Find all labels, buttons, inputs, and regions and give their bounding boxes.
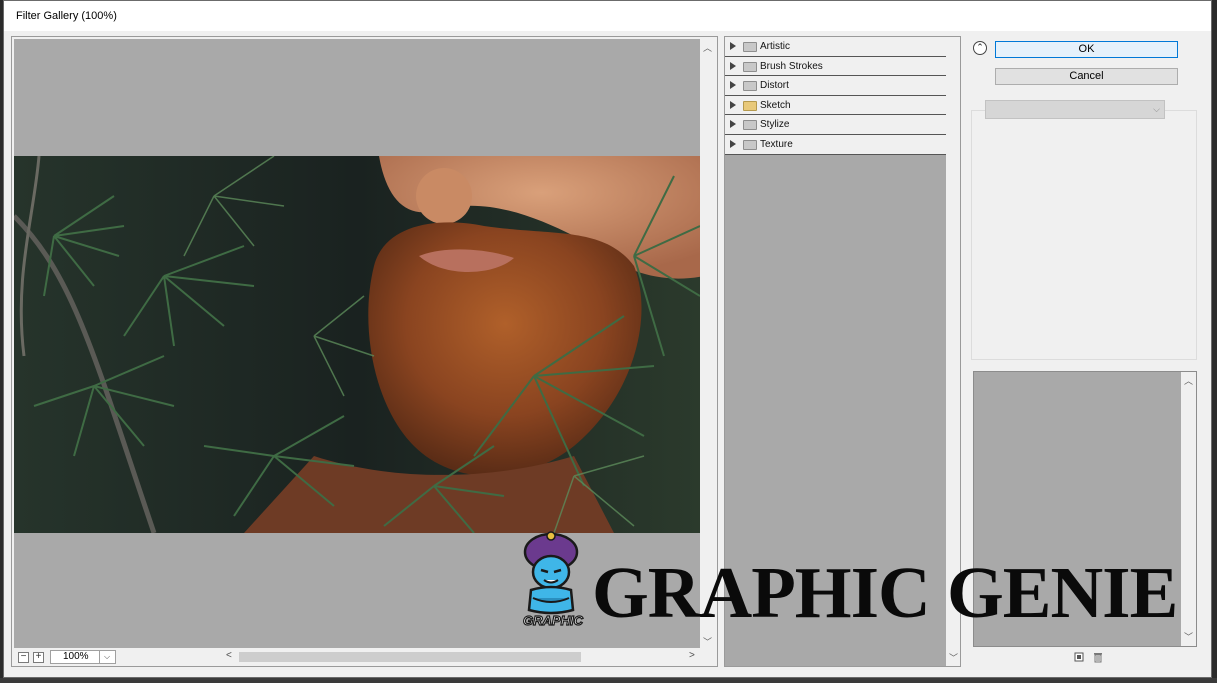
filter-category-distort[interactable]: Distort (725, 76, 946, 96)
scroll-down-icon[interactable]: ﹀ (949, 651, 958, 664)
filter-category-artistic[interactable]: Artistic (725, 37, 946, 57)
filter-settings-panel (971, 110, 1197, 360)
folder-icon (743, 120, 757, 131)
chevron-down-icon: ⌵ (1153, 104, 1160, 114)
scroll-down-icon[interactable]: ﹀ (703, 635, 712, 648)
watermark-text: GRAPHIC GENIE (592, 552, 1178, 633)
ok-button[interactable]: OK (995, 41, 1178, 58)
preview-image (14, 156, 700, 533)
preview-horizontal-scrollbar[interactable]: < > (223, 650, 700, 664)
background-app-edge (0, 678, 1217, 683)
genie-mascot-logo: GRAPHIC (517, 530, 589, 634)
zoom-out-button[interactable]: − (18, 652, 29, 663)
filter-category-sketch[interactable]: Sketch (725, 95, 946, 116)
filter-category-label: Sketch (760, 99, 791, 111)
scroll-up-icon[interactable]: ︿ (703, 41, 712, 54)
expand-triangle-icon[interactable] (730, 100, 736, 109)
scroll-right-icon[interactable]: > (689, 650, 695, 661)
folder-icon (743, 42, 757, 52)
window-title: Filter Gallery (100%) (16, 10, 117, 22)
zoom-dropdown-icon[interactable]: ⌵ (99, 651, 114, 663)
expand-triangle-icon[interactable] (730, 42, 736, 50)
scroll-up-icon[interactable]: ︿ (1184, 374, 1193, 387)
folder-open-icon (743, 100, 757, 111)
scroll-left-icon[interactable]: < (226, 650, 232, 661)
scroll-down-icon[interactable]: ﹀ (1184, 630, 1193, 643)
folder-icon (743, 139, 757, 150)
filter-category-list: Artistic Brush Strokes Distort Sketch St… (725, 37, 946, 155)
filter-category-label: Artistic (760, 41, 790, 52)
filter-category-texture[interactable]: Texture (725, 134, 946, 155)
title-bar: Filter Gallery (100%) (4, 1, 1211, 31)
expand-triangle-icon[interactable] (730, 81, 736, 90)
effect-select-dropdown[interactable]: ⌵ (985, 100, 1165, 119)
filter-category-label: Stylize (760, 119, 790, 131)
expand-triangle-icon[interactable] (730, 120, 736, 129)
trash-icon[interactable] (1092, 652, 1103, 663)
filter-category-brush-strokes[interactable]: Brush Strokes (725, 56, 946, 77)
effect-layers-scrollbar[interactable]: ︿ ﹀ (1181, 372, 1196, 646)
horizontal-scroll-thumb[interactable] (239, 652, 581, 662)
bearded-man-photo (14, 156, 700, 533)
expand-triangle-icon[interactable] (730, 139, 736, 148)
folder-icon (743, 81, 757, 92)
svg-text:GRAPHIC: GRAPHIC (523, 613, 584, 628)
zoom-level-value: 100% (63, 651, 89, 662)
preview-status-bar: − + 100% ⌵ < > (14, 649, 715, 665)
filter-category-label: Distort (760, 80, 789, 92)
filter-category-label: Brush Strokes (760, 60, 823, 72)
collapse-gallery-button[interactable]: ⌃ (973, 41, 987, 55)
folder-icon (743, 61, 757, 72)
new-effect-layer-icon[interactable] (1073, 652, 1084, 663)
filter-category-label: Texture (760, 138, 793, 150)
cancel-button[interactable]: Cancel (995, 68, 1178, 85)
filter-category-stylize[interactable]: Stylize (725, 115, 946, 135)
zoom-in-button[interactable]: + (33, 652, 44, 663)
expand-triangle-icon[interactable] (730, 61, 736, 70)
